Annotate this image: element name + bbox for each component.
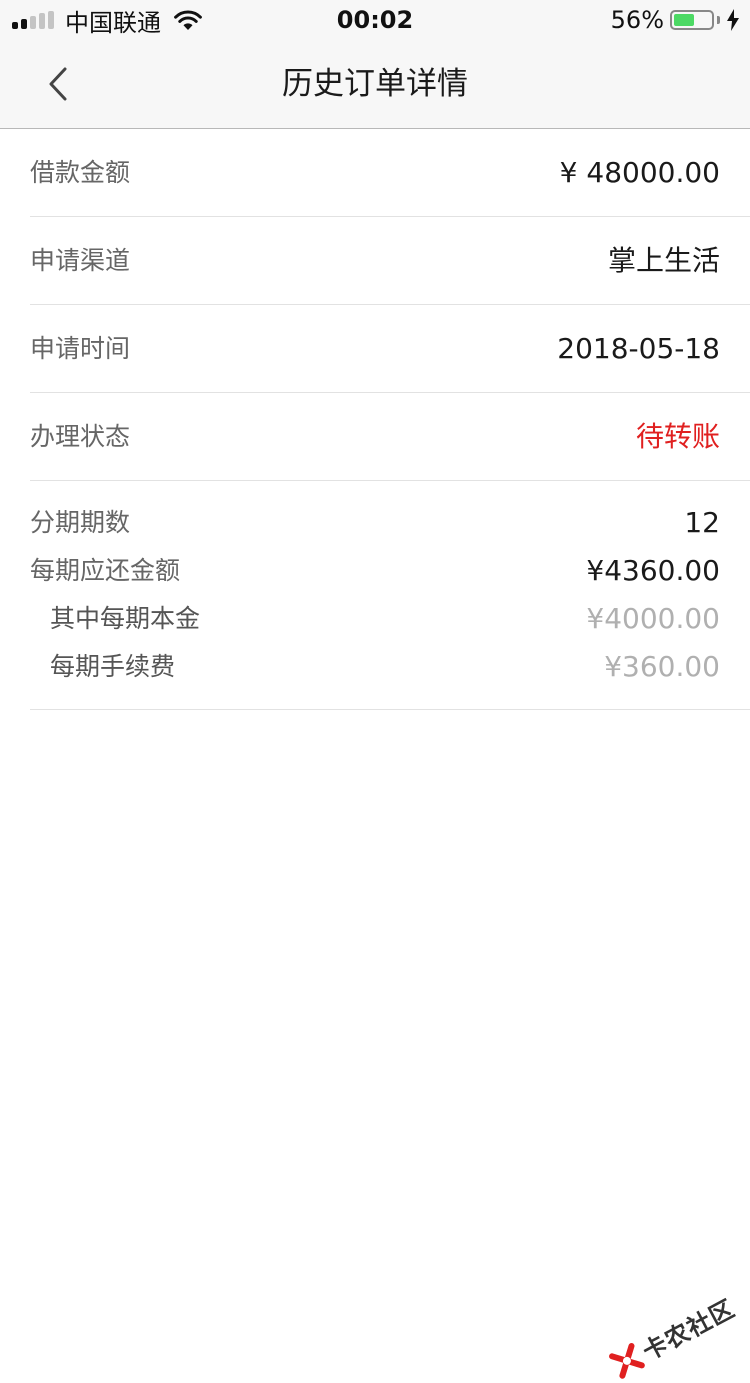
battery-icon	[670, 10, 714, 30]
fee-label: 每期手续费	[50, 652, 176, 681]
per-period-amount-row: 每期应还金额 ¥4360.00	[30, 547, 720, 595]
apply-date-label: 申请时间	[30, 334, 131, 363]
periods-value: 12	[684, 506, 720, 539]
apply-date-value: 2018-05-18	[557, 332, 720, 365]
charging-bolt-icon	[727, 9, 739, 31]
page-title: 历史订单详情	[282, 66, 468, 102]
channel-label: 申请渠道	[30, 246, 131, 275]
detail-row-channel: 申请渠道 掌上生活	[30, 217, 750, 305]
battery-percent: 56%	[610, 6, 664, 34]
watermark-text: 卡农社区	[638, 1294, 740, 1367]
loan-amount-value: ¥ 48000.00	[559, 156, 720, 189]
navigation-bar: 历史订单详情	[0, 40, 750, 129]
channel-value: 掌上生活	[607, 244, 720, 277]
status-bar-right: 56%	[611, 5, 740, 35]
status-label: 办理状态	[30, 422, 131, 451]
installment-periods-row: 分期期数 12	[30, 499, 720, 547]
status-bar: 中国联通 00:02 56%	[0, 0, 750, 40]
battery-fill	[674, 14, 695, 26]
fee-value: ¥360.00	[604, 650, 720, 683]
per-period-label: 每期应还金额	[30, 556, 181, 585]
loan-amount-label: 借款金额	[30, 158, 131, 187]
installment-block: 分期期数 12 每期应还金额 ¥4360.00 其中每期本金 ¥4000.00 …	[30, 481, 750, 710]
order-detail-list: 借款金额 ¥ 48000.00 申请渠道 掌上生活 申请时间 2018-05-1…	[0, 129, 750, 710]
status-value: 待转账	[635, 420, 720, 453]
watermark: 卡农社区	[605, 1289, 740, 1383]
detail-row-status: 办理状态 待转账	[30, 393, 750, 481]
periods-label: 分期期数	[30, 508, 131, 537]
battery-cap	[717, 16, 720, 24]
detail-row-apply-date: 申请时间 2018-05-18	[30, 305, 750, 393]
principal-value: ¥4000.00	[586, 602, 720, 635]
detail-row-loan-amount: 借款金额 ¥ 48000.00	[30, 129, 750, 217]
principal-label: 其中每期本金	[50, 604, 201, 633]
principal-row: 其中每期本金 ¥4000.00	[30, 595, 720, 643]
fee-row: 每期手续费 ¥360.00	[30, 643, 720, 691]
per-period-value: ¥4360.00	[586, 554, 720, 587]
